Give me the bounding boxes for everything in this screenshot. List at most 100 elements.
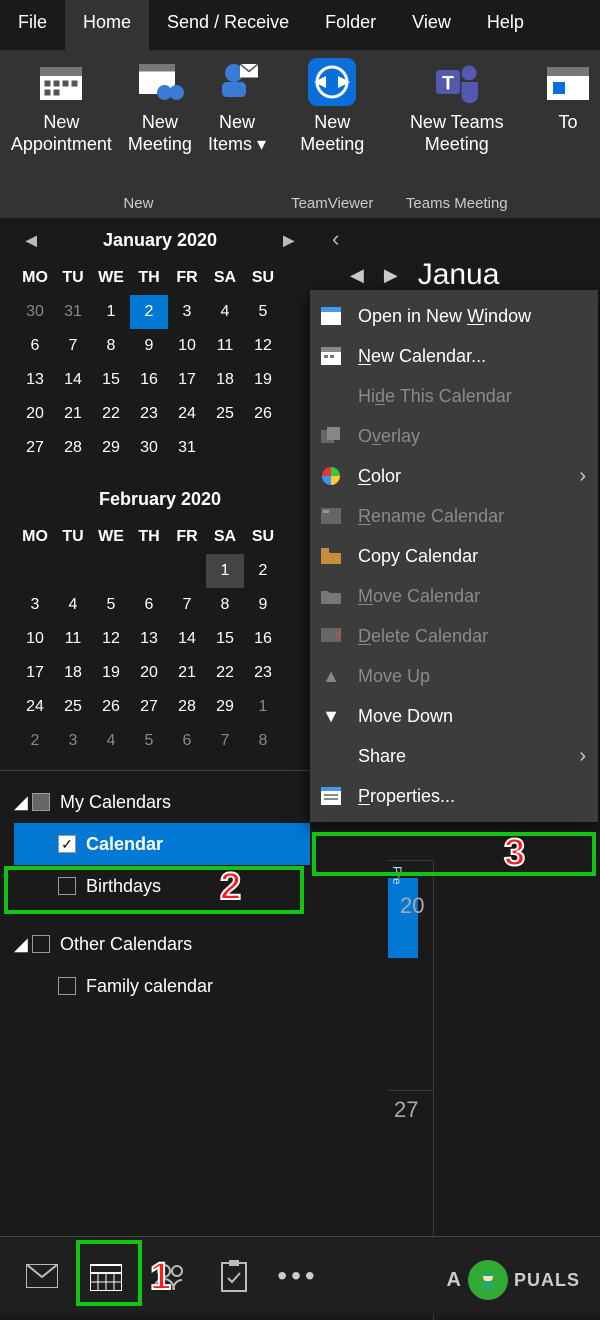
day-cell[interactable]: 12: [244, 329, 282, 363]
day-cell[interactable]: 14: [54, 363, 92, 397]
tree-group-other-calendars[interactable]: ◢ Other Calendars: [14, 923, 310, 965]
day-cell[interactable]: 19: [92, 656, 130, 690]
day-cell[interactable]: 3: [16, 588, 54, 622]
day-cell[interactable]: 18: [206, 363, 244, 397]
new-appointment-button[interactable]: NewAppointment: [3, 58, 120, 155]
day-cell[interactable]: 4: [54, 588, 92, 622]
day-cell[interactable]: 14: [168, 622, 206, 656]
day-cell[interactable]: 8: [244, 724, 282, 758]
day-cell[interactable]: 29: [206, 690, 244, 724]
tab-home[interactable]: Home: [65, 0, 149, 50]
day-cell[interactable]: 15: [206, 622, 244, 656]
day-cell[interactable]: 25: [206, 397, 244, 431]
day-cell[interactable]: 2: [130, 295, 168, 329]
day-cell[interactable]: 27: [130, 690, 168, 724]
day-cell[interactable]: 8: [206, 588, 244, 622]
prev-icon[interactable]: ◀: [350, 265, 364, 286]
day-cell[interactable]: 8: [92, 329, 130, 363]
day-cell[interactable]: 28: [168, 690, 206, 724]
next-icon[interactable]: ▶: [384, 265, 398, 286]
tab-view[interactable]: View: [394, 0, 469, 50]
tab-folder[interactable]: Folder: [307, 0, 394, 50]
day-cell[interactable]: 24: [16, 690, 54, 724]
day-cell[interactable]: 10: [16, 622, 54, 656]
day-cell[interactable]: 13: [130, 622, 168, 656]
tab-send-receive[interactable]: Send / Receive: [149, 0, 307, 50]
day-cell[interactable]: 1: [206, 554, 244, 588]
day-cell[interactable]: 22: [206, 656, 244, 690]
day-cell[interactable]: 5: [244, 295, 282, 329]
day-cell[interactable]: 16: [130, 363, 168, 397]
new-items-button[interactable]: NewItems ▾: [200, 58, 274, 155]
checkbox[interactable]: [58, 835, 76, 853]
day-cell[interactable]: 9: [130, 329, 168, 363]
nav-people-button[interactable]: [140, 1247, 200, 1305]
day-cell[interactable]: 2: [16, 724, 54, 758]
ctx-move-down[interactable]: ▼ Move Down: [310, 696, 598, 736]
day-cell[interactable]: 22: [92, 397, 130, 431]
new-meeting-button[interactable]: NewMeeting: [120, 58, 200, 155]
day-cell[interactable]: 25: [54, 690, 92, 724]
nav-tasks-button[interactable]: [204, 1247, 264, 1305]
teams-new-meeting-button[interactable]: T New TeamsMeeting: [402, 58, 512, 155]
teamviewer-new-meeting-button[interactable]: NewMeeting: [292, 58, 372, 155]
day-cell[interactable]: 11: [54, 622, 92, 656]
tree-item-birthdays[interactable]: Birthdays: [14, 865, 310, 907]
day-cell[interactable]: 23: [244, 656, 282, 690]
checkbox[interactable]: [32, 935, 50, 953]
day-cell[interactable]: 31: [54, 295, 92, 329]
ctx-new-calendar[interactable]: New Calendar...: [310, 336, 598, 376]
day-cell[interactable]: 7: [54, 329, 92, 363]
day-cell[interactable]: 16: [244, 622, 282, 656]
day-cell[interactable]: 26: [92, 690, 130, 724]
day-cell[interactable]: 20: [16, 397, 54, 431]
day-cell[interactable]: 17: [16, 656, 54, 690]
day-cell[interactable]: 29: [92, 431, 130, 465]
checkbox[interactable]: [58, 877, 76, 895]
day-cell[interactable]: 2: [244, 554, 282, 588]
day-cell[interactable]: Pre20: [388, 860, 434, 1090]
day-cell[interactable]: 1: [244, 690, 282, 724]
tree-group-my-calendars[interactable]: ◢ My Calendars: [14, 781, 310, 823]
day-cell[interactable]: 5: [92, 588, 130, 622]
day-cell[interactable]: 6: [168, 724, 206, 758]
day-cell[interactable]: 6: [130, 588, 168, 622]
day-cell[interactable]: 1: [92, 295, 130, 329]
collapse-sidebar-icon[interactable]: ‹: [332, 226, 339, 252]
day-cell[interactable]: 5: [130, 724, 168, 758]
day-cell[interactable]: 17: [168, 363, 206, 397]
expand-icon[interactable]: ◢: [14, 792, 28, 813]
checkbox[interactable]: [58, 977, 76, 995]
nav-mail-button[interactable]: [12, 1247, 72, 1305]
ctx-color[interactable]: Color: [310, 456, 598, 496]
day-cell[interactable]: 21: [168, 656, 206, 690]
day-cell[interactable]: 3: [54, 724, 92, 758]
day-cell[interactable]: 31: [168, 431, 206, 465]
ctx-share[interactable]: Share: [310, 736, 598, 776]
day-cell[interactable]: 26: [244, 397, 282, 431]
day-cell[interactable]: 9: [244, 588, 282, 622]
nav-more-button[interactable]: •••: [268, 1247, 328, 1305]
day-cell[interactable]: 7: [206, 724, 244, 758]
prev-month-icon[interactable]: ◀: [26, 232, 37, 249]
expand-icon[interactable]: ◢: [14, 934, 28, 955]
ribbon-cutoff[interactable]: To: [526, 58, 600, 134]
day-cell[interactable]: 21: [54, 397, 92, 431]
day-cell[interactable]: 13: [16, 363, 54, 397]
day-cell[interactable]: 7: [168, 588, 206, 622]
day-cell[interactable]: 27: [16, 431, 54, 465]
day-cell[interactable]: 12: [92, 622, 130, 656]
day-cell[interactable]: 6: [16, 329, 54, 363]
day-cell[interactable]: 28: [54, 431, 92, 465]
ctx-copy-calendar[interactable]: Copy Calendar: [310, 536, 598, 576]
ctx-open-new-window[interactable]: Open in New Window: [310, 296, 598, 336]
day-cell[interactable]: 18: [54, 656, 92, 690]
nav-calendar-button[interactable]: [76, 1247, 136, 1305]
tree-item-family-calendar[interactable]: Family calendar: [14, 965, 310, 1007]
day-cell[interactable]: 23: [130, 397, 168, 431]
tree-item-calendar[interactable]: Calendar: [14, 823, 310, 865]
day-cell[interactable]: 30: [16, 295, 54, 329]
checkbox[interactable]: [32, 793, 50, 811]
day-cell[interactable]: 15: [92, 363, 130, 397]
day-cell[interactable]: 3: [168, 295, 206, 329]
